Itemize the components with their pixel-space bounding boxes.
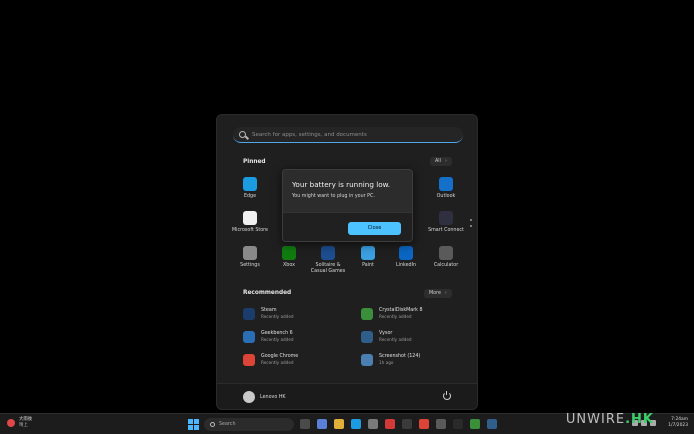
pinned-app[interactable]: Calculator	[426, 246, 466, 269]
dialog-actions: Close	[283, 212, 412, 241]
pinned-app[interactable]: Xbox	[269, 246, 309, 269]
pinned-app[interactable]: Smart Connect	[426, 211, 466, 234]
pinned-app[interactable]: Edge	[230, 177, 270, 200]
recommended-item-subtitle: Recently added	[261, 337, 294, 342]
xbox-icon	[282, 246, 296, 260]
windows-start-button[interactable]	[188, 419, 199, 430]
chevron-right-icon: ›	[444, 291, 447, 296]
user-name: Lenovo HK	[260, 394, 286, 400]
pinned-app-label: Edge	[243, 194, 257, 199]
power-icon[interactable]	[443, 391, 451, 400]
pinned-app-label: Microsoft Store	[231, 228, 269, 233]
avatar	[243, 391, 255, 403]
search-icon	[239, 131, 246, 138]
recommended-item[interactable]: Screenshot (124) 1h ago	[361, 354, 420, 366]
chrome-icon	[243, 354, 255, 366]
taskbar-search-label: Search	[219, 422, 236, 427]
vysor-icon	[361, 331, 373, 343]
app-icon[interactable]	[385, 419, 395, 429]
more-label: More	[429, 291, 441, 296]
recommended-item[interactable]: Steam Recently added	[243, 308, 294, 320]
copilot-icon[interactable]	[317, 419, 327, 429]
outlook-icon	[439, 177, 453, 191]
image-file-icon	[361, 354, 373, 366]
crystaldiskmark-icon	[361, 308, 373, 320]
dialog-title: Your battery is running low.	[292, 180, 391, 189]
solitaire-icon	[321, 246, 335, 260]
weather-widget[interactable]: 大雨後 晴上	[7, 417, 32, 429]
task-view-icon[interactable]	[300, 419, 310, 429]
settings-icon	[243, 246, 257, 260]
smart-connect-icon	[439, 211, 453, 225]
chrome-icon[interactable]	[419, 419, 429, 429]
recommended-item[interactable]: CrystalDiskMark 8 Recently added	[361, 308, 423, 320]
start-search-placeholder: Search for apps, settings, and documents	[252, 131, 367, 138]
start-footer: Lenovo HK	[217, 383, 477, 409]
edge-icon	[243, 177, 257, 191]
all-apps-button[interactable]: All ›	[430, 157, 452, 166]
pinned-app[interactable]: Settings	[230, 246, 270, 269]
recommended-item-subtitle: Recently added	[261, 360, 294, 365]
crystaldiskmark-icon[interactable]	[470, 419, 480, 429]
settings-icon[interactable]	[436, 419, 446, 429]
pinned-app-label: LinkedIn	[395, 263, 417, 268]
pinned-app[interactable]: Solitaire & Casual Games	[308, 246, 348, 275]
calculator-icon	[439, 246, 453, 260]
start-menu: Search for apps, settings, and documents…	[216, 114, 478, 410]
pinned-app-label: Outlook	[436, 194, 456, 199]
dialog-message: You might want to plug in your PC.	[292, 194, 375, 199]
vysor-icon[interactable]	[487, 419, 497, 429]
linkedin-icon	[399, 246, 413, 260]
steam-icon	[243, 308, 255, 320]
store-icon	[243, 211, 257, 225]
pinned-app[interactable]: Microsoft Store	[230, 211, 270, 234]
recommended-item[interactable]: Geekbench 6 Recently added	[243, 331, 294, 343]
watermark-suffix: .HK	[625, 412, 654, 427]
recommended-item-subtitle: Recently added	[379, 314, 412, 319]
pinned-app[interactable]: Paint	[348, 246, 388, 269]
geekbench-icon	[243, 331, 255, 343]
edge-icon[interactable]	[351, 419, 361, 429]
pinned-app-label: Settings	[240, 263, 260, 268]
pinned-app[interactable]: LinkedIn	[386, 246, 426, 269]
recommended-item[interactable]: Vysor Recently added	[361, 331, 412, 343]
close-button[interactable]: Close	[348, 222, 401, 235]
pinned-app-label: Calculator	[433, 263, 459, 268]
pinned-app-label: Xbox	[283, 263, 295, 268]
recommended-title: Recommended	[243, 290, 292, 296]
recommended-item[interactable]: Google Chrome Recently added	[243, 354, 298, 366]
recommended-item-subtitle: Recently added	[379, 337, 412, 342]
user-account-button[interactable]: Lenovo HK	[243, 391, 286, 403]
search-icon	[210, 422, 215, 427]
pinned-app[interactable]: Outlook	[426, 177, 466, 200]
app-icon[interactable]	[453, 419, 463, 429]
clock[interactable]: 7:24am 1/7/2023	[668, 417, 688, 429]
pinned-app-label: Paint	[362, 263, 374, 268]
app-icon[interactable]	[402, 419, 412, 429]
more-button[interactable]: More ›	[424, 289, 452, 298]
watermark: UNWIRE.HK	[566, 412, 654, 427]
scroll-indicator[interactable]	[470, 225, 472, 227]
battery-low-dialog: Your battery is running low. You might w…	[282, 169, 413, 242]
clock-date: 1/7/2023	[668, 423, 688, 428]
pinned-title: Pinned	[243, 159, 266, 165]
pinned-app-label: Smart Connect	[428, 228, 464, 233]
paint-icon	[361, 246, 375, 260]
pinned-app-label: Solitaire & Casual Games	[310, 263, 346, 274]
store-icon[interactable]	[368, 419, 378, 429]
watermark-text: UNWIRE	[565, 412, 626, 427]
weather-line2: 晴上	[19, 423, 28, 428]
file-explorer-icon[interactable]	[334, 419, 344, 429]
taskbar-search[interactable]: Search	[204, 418, 294, 431]
start-search-box[interactable]: Search for apps, settings, and documents	[233, 127, 463, 143]
scroll-indicator[interactable]	[470, 219, 472, 221]
all-apps-label: All	[435, 159, 441, 164]
weather-icon	[7, 419, 15, 427]
chevron-right-icon: ›	[444, 159, 447, 164]
recommended-item-subtitle: 1h ago	[379, 360, 394, 365]
recommended-item-subtitle: Recently added	[261, 314, 294, 319]
